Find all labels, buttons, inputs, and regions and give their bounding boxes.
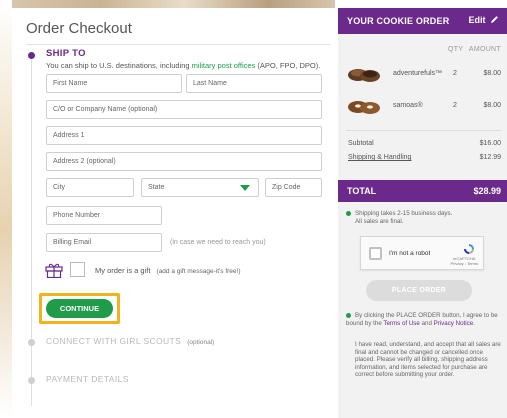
- step-connect-girl-scouts[interactable]: CONNECT WITH GIRL SCOUTS (optional): [46, 336, 214, 346]
- edit-order-link[interactable]: Edit: [468, 15, 499, 25]
- phone-number-placeholder: Phone Number: [53, 212, 101, 219]
- gift-label-text: My order is a gift: [95, 266, 151, 275]
- order-item: samoas® 2 $8.00: [338, 92, 507, 120]
- recaptcha-widget: I'm not a robot reCAPTCHA Privacy - Term…: [360, 236, 484, 270]
- shipping-note-line2: All sales are final.: [355, 217, 404, 225]
- agreement-mid: and: [419, 319, 434, 327]
- header-decorative-strip: [0, 0, 335, 8]
- shipping-handling-value: $12.99: [479, 154, 501, 161]
- total-label: TOTAL: [347, 186, 377, 196]
- step-indicator-ship-to: [28, 52, 35, 59]
- step-connect-label: CONNECT WITH GIRL SCOUTS: [46, 336, 182, 346]
- recaptcha-label: I'm not a robot: [389, 250, 431, 257]
- recaptcha-brand: reCAPTCHA Privacy - Terms: [451, 256, 478, 266]
- agreement-note: By clicking the PLACE ORDER button, I ag…: [346, 312, 501, 327]
- zip-code-field[interactable]: Zip Code: [265, 178, 322, 197]
- shipping-note-line1: Shipping takes 2-15 business days.: [355, 210, 453, 217]
- gift-hint: (add a gift message-it's free!): [156, 268, 241, 275]
- checkout-form-panel: Order Checkout SHIP TO You can ship to U…: [12, 8, 335, 418]
- subtotal-value: $16.00: [479, 140, 501, 147]
- state-placeholder: State: [148, 184, 165, 191]
- step-indicator-connect: [28, 339, 35, 346]
- state-select[interactable]: State: [141, 178, 259, 197]
- city-field[interactable]: City: [46, 178, 134, 197]
- first-name-placeholder: First Name: [53, 80, 88, 87]
- total-value: $28.99: [473, 186, 501, 196]
- item-name: samoas®: [393, 102, 423, 109]
- page-title: Order Checkout: [26, 20, 132, 37]
- step-connector-line: [31, 56, 32, 406]
- ship-to-description: You can ship to U.S. destinations, inclu…: [46, 61, 320, 70]
- zip-code-placeholder: Zip Code: [272, 184, 301, 191]
- item-amount: $8.00: [483, 102, 501, 109]
- item-name: adventurefuls™: [393, 70, 443, 77]
- shipping-note: Shipping takes 2-15 business days. All s…: [346, 210, 501, 225]
- privacy-notice-link[interactable]: Privacy Notice: [434, 320, 474, 327]
- military-post-offices-link[interactable]: military post offices: [192, 61, 256, 70]
- item-amount: $8.00: [483, 70, 501, 77]
- terms-of-use-link[interactable]: Terms of Use: [383, 320, 419, 327]
- billing-email-hint: (in case we need to reach you): [170, 239, 266, 246]
- phone-number-field[interactable]: Phone Number: [46, 206, 162, 225]
- agreement-bullet-icon: [346, 312, 351, 318]
- side-decorative-strip: [0, 0, 12, 418]
- samoas-cookie-image: [348, 101, 380, 114]
- gift-label: My order is a gift (add a gift message-i…: [95, 266, 241, 275]
- recaptcha-logo-icon: [464, 244, 474, 254]
- agreement-suffix: .: [473, 319, 475, 327]
- adventurefuls-cookie-image: [348, 69, 380, 82]
- amount-column-header: AMOUNT: [468, 46, 501, 53]
- gift-icon: [45, 263, 63, 278]
- recaptcha-privacy-terms[interactable]: Privacy - Terms: [451, 261, 478, 266]
- step-indicator-payment: [28, 377, 35, 384]
- order-summary-panel: YOUR COOKIE ORDER Edit QTY AMOUNT advent…: [338, 8, 507, 418]
- title-divider: [26, 44, 331, 45]
- state-dropdown-arrow-icon: [240, 185, 250, 191]
- final-sale-note: I have read, understand, and accept that…: [355, 341, 501, 378]
- ship-to-heading: SHIP TO: [46, 48, 86, 59]
- gift-checkbox[interactable]: [70, 262, 85, 277]
- address2-placeholder: Address 2 (optional): [53, 158, 116, 165]
- note-bullet-icon: [346, 210, 351, 216]
- subtotal-label: Subtotal: [348, 140, 374, 147]
- company-placeholder: C/O or Company Name (optional): [53, 106, 158, 113]
- billing-email-placeholder: Billing Email: [53, 239, 92, 246]
- summary-divider: [346, 130, 501, 131]
- edit-order-label: Edit: [468, 15, 486, 25]
- billing-email-field[interactable]: Billing Email: [46, 233, 162, 252]
- qty-column-header: QTY: [448, 46, 464, 53]
- item-qty: 2: [453, 102, 457, 109]
- recaptcha-checkbox[interactable]: [369, 247, 382, 260]
- ship-to-description-suffix: (APO, FPO, DPO).: [255, 61, 321, 70]
- shipping-handling-link[interactable]: Shipping & Handling: [348, 154, 411, 161]
- step-connect-optional: (optional): [187, 339, 215, 346]
- address1-field[interactable]: Address 1: [46, 126, 322, 145]
- order-item: adventurefuls™ 2 $8.00: [338, 60, 507, 88]
- step-payment-details[interactable]: PAYMENT DETAILS: [46, 374, 129, 384]
- order-total-bar: TOTAL $28.99: [338, 180, 507, 202]
- item-qty: 2: [453, 70, 457, 77]
- city-placeholder: City: [53, 184, 66, 191]
- address2-field[interactable]: Address 2 (optional): [46, 152, 322, 171]
- edit-pencil-icon: [491, 16, 498, 23]
- order-summary-header: YOUR COOKIE ORDER Edit: [338, 8, 507, 34]
- last-name-field[interactable]: Last Name: [186, 74, 322, 93]
- last-name-placeholder: Last Name: [193, 80, 227, 87]
- company-field[interactable]: C/O or Company Name (optional): [46, 100, 322, 119]
- order-summary-title: YOUR COOKIE ORDER: [347, 16, 450, 26]
- continue-button[interactable]: CONTINUE: [46, 299, 113, 318]
- ship-to-description-prefix: You can ship to U.S. destinations, inclu…: [46, 61, 192, 70]
- place-order-button[interactable]: PLACE ORDER: [366, 280, 472, 301]
- address1-placeholder: Address 1: [53, 132, 85, 139]
- first-name-field[interactable]: First Name: [46, 74, 182, 93]
